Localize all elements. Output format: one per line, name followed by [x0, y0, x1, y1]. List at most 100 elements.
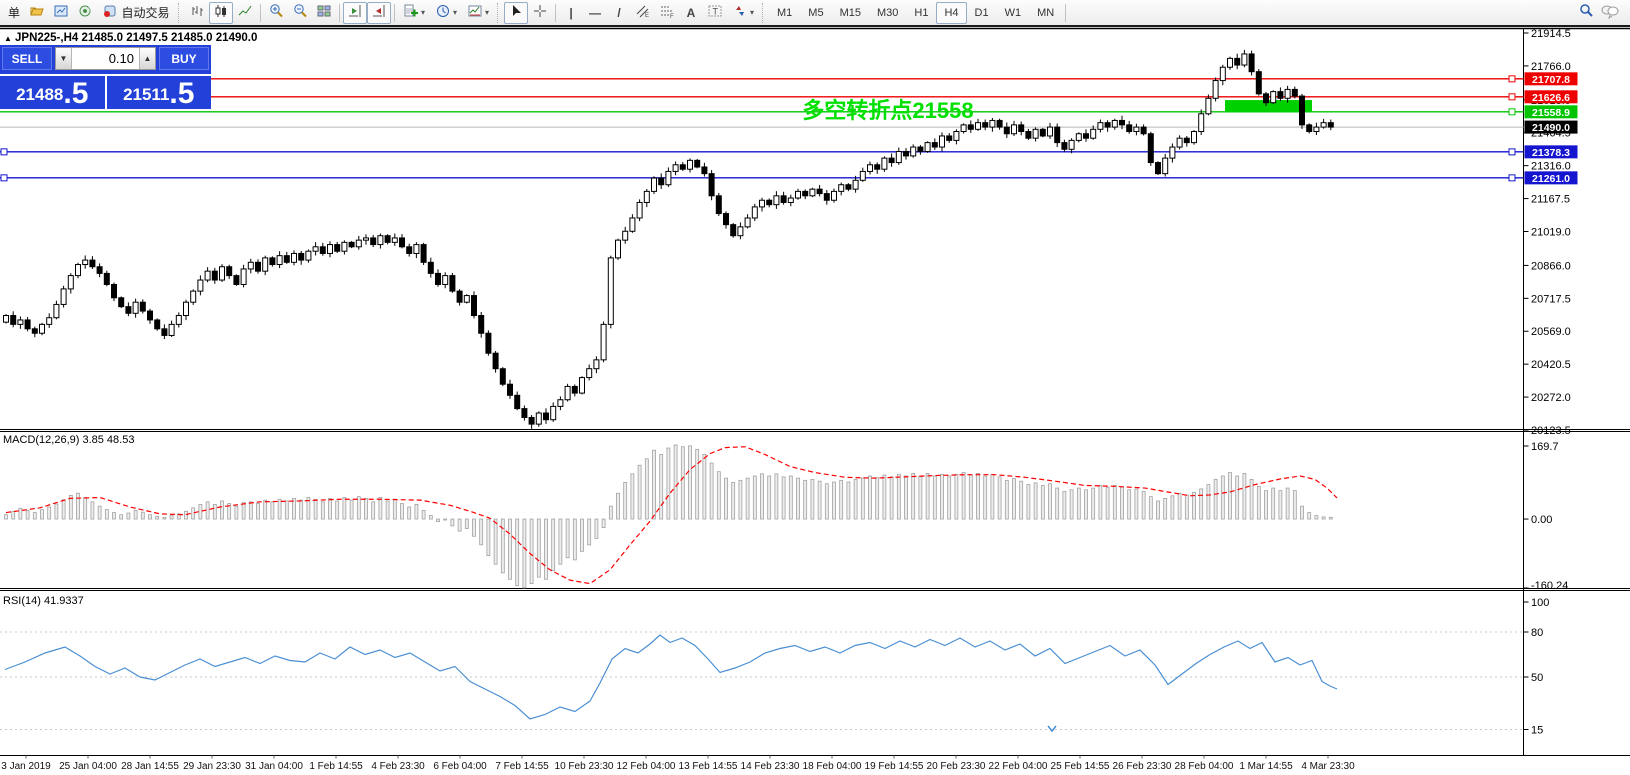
new-order-button[interactable]: 单: [1, 2, 25, 24]
bar-chart-button[interactable]: [185, 2, 209, 24]
cursor-icon: [508, 3, 524, 22]
macd-histogram-bar: [140, 511, 145, 520]
line-handle[interactable]: [1508, 148, 1516, 156]
buy-button[interactable]: BUY: [159, 47, 209, 70]
macd-histogram-bar: [1134, 488, 1139, 520]
candle-body: [1054, 126, 1061, 144]
text-tool-button[interactable]: A: [679, 2, 703, 24]
candle-body: [319, 246, 326, 254]
chat-button[interactable]: [1598, 2, 1622, 24]
autotrading-button[interactable]: 自动交易: [97, 2, 175, 24]
macd-histogram-bar: [97, 505, 102, 520]
horizontal-line-tool-button[interactable]: —: [583, 2, 607, 24]
tile-windows-button[interactable]: [312, 2, 336, 24]
macd-histogram-bar: [1177, 492, 1182, 520]
candle-body: [31, 328, 38, 334]
crosshair-tool-button[interactable]: [528, 2, 552, 24]
volume-increase-button[interactable]: ▲: [139, 48, 155, 69]
macd-histogram-bar: [191, 507, 196, 520]
macd-histogram-bar: [889, 476, 894, 520]
macd-histogram-bar: [299, 499, 304, 520]
timeframe-H4[interactable]: H4: [936, 1, 967, 24]
macd-histogram-bar: [486, 518, 491, 556]
candle-body: [651, 177, 657, 192]
macd-histogram-bar: [630, 473, 635, 520]
macd-histogram-bar: [594, 518, 599, 539]
volume-decrease-button[interactable]: ▼: [56, 48, 72, 69]
macd-histogram-bar: [421, 510, 426, 520]
candle-body: [10, 315, 17, 325]
macd-histogram-bar: [407, 506, 412, 520]
zoom-out-button[interactable]: [288, 2, 312, 24]
line-handle[interactable]: [1508, 75, 1516, 83]
timeframe-M30[interactable]: M30: [869, 2, 906, 24]
timeframe-MN[interactable]: MN: [1029, 2, 1062, 24]
timeframe-D1[interactable]: D1: [967, 2, 997, 24]
market-watch-button[interactable]: [49, 2, 73, 24]
macd-histogram-bar: [1206, 484, 1211, 520]
timeframe-M1[interactable]: M1: [769, 2, 800, 24]
autotrading-label: 自动交易: [121, 6, 170, 20]
macd-histogram-bar: [1328, 516, 1333, 520]
bar-chart-icon: [189, 3, 205, 22]
rsi-label: RSI(14) 41.9337: [3, 595, 84, 607]
line-handle[interactable]: [0, 174, 8, 182]
line-handle[interactable]: [0, 148, 8, 156]
timeframe-H1[interactable]: H1: [906, 2, 936, 24]
candle-body: [17, 319, 24, 325]
templates-button[interactable]: ▾: [462, 2, 494, 24]
timeframe-W1[interactable]: W1: [997, 2, 1030, 24]
macd-histogram-bar: [961, 472, 966, 520]
macd-histogram-bar: [738, 479, 743, 520]
line-handle[interactable]: [1508, 108, 1516, 116]
candle-body: [1047, 126, 1053, 137]
macd-histogram-bar: [1026, 484, 1031, 520]
indicators-button[interactable]: ▾: [398, 2, 430, 24]
candle-body: [1277, 91, 1284, 99]
buy-price[interactable]: 21511.5: [107, 76, 212, 109]
macd-histogram-bar: [587, 518, 592, 546]
candlestick-chart-button[interactable]: [209, 1, 233, 24]
sell-price[interactable]: 21488.5: [0, 76, 105, 109]
time-tick-label: 22 Feb 04:00: [989, 761, 1048, 772]
candle-body: [838, 184, 845, 192]
periods-button[interactable]: ▾: [430, 2, 462, 24]
line-chart-button[interactable]: [233, 2, 257, 24]
timeframe-M15[interactable]: M15: [832, 2, 869, 24]
macd-histogram-bar: [997, 476, 1002, 520]
macd-histogram-bar: [328, 498, 332, 520]
macd-histogram-bar: [702, 454, 707, 520]
zoom-in-button[interactable]: [264, 2, 288, 24]
trendline-tool-button[interactable]: /: [607, 2, 631, 24]
candle-body: [1255, 71, 1262, 95]
volume-value[interactable]: 0.10: [72, 48, 139, 69]
fibonacci-tool-button[interactable]: F: [655, 2, 679, 24]
chart-area[interactable]: 21914.521766.021613.021464.521316.021167…: [0, 0, 1630, 775]
candle-body: [723, 213, 729, 226]
channel-tool-button[interactable]: E: [631, 2, 655, 24]
candle-body: [687, 159, 693, 170]
auto-scroll-button[interactable]: [367, 1, 391, 24]
macd-histogram-bar: [1084, 489, 1088, 520]
line-handle[interactable]: [1508, 93, 1516, 101]
candle-body: [888, 157, 895, 164]
macd-histogram-bar: [752, 475, 757, 520]
macd-histogram-bar: [522, 518, 527, 589]
sell-button[interactable]: SELL: [2, 47, 52, 70]
candle-body: [204, 270, 211, 281]
zoom-in-icon: [268, 3, 284, 22]
text-label-tool-button[interactable]: T: [703, 2, 727, 24]
cursor-tool-button[interactable]: [504, 1, 528, 24]
vertical-line-tool-button[interactable]: |: [559, 2, 583, 24]
candle-body: [535, 412, 542, 425]
search-button[interactable]: [1574, 2, 1598, 24]
candle-body: [859, 170, 866, 181]
arrows-tool-button[interactable]: ▾: [727, 2, 759, 24]
line-handle[interactable]: [1508, 174, 1516, 182]
macd-histogram-bar: [623, 482, 628, 520]
chart-shift-button[interactable]: [343, 1, 367, 24]
macd-histogram-bar: [731, 482, 736, 520]
timeframe-M5[interactable]: M5: [800, 2, 831, 24]
data-folder-button[interactable]: [25, 2, 49, 24]
signals-button[interactable]: [73, 2, 97, 24]
